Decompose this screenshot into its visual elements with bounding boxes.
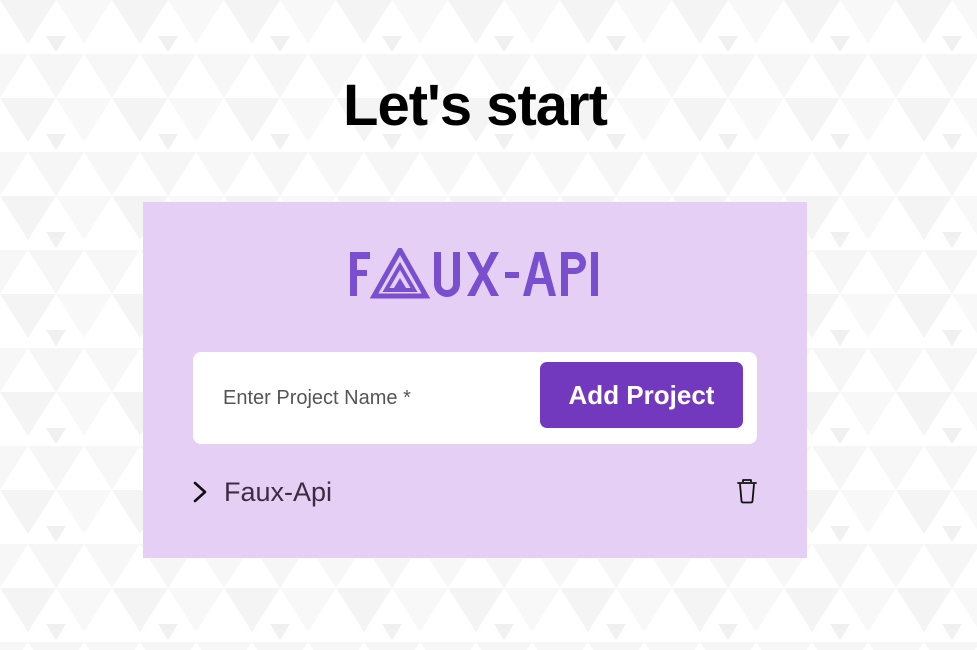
add-project-form: Add Project: [193, 352, 757, 444]
project-list-item[interactable]: Faux-Api: [188, 470, 762, 514]
add-project-button[interactable]: Add Project: [540, 362, 743, 428]
trash-icon[interactable]: [736, 478, 758, 504]
page-title: Let's start: [343, 73, 608, 138]
project-name: Faux-Api: [224, 477, 333, 507]
faux-api-logo: [143, 248, 807, 304]
project-name-input[interactable]: [223, 376, 523, 420]
project-card: Add Project Faux-Api: [143, 202, 807, 558]
chevron-right-icon[interactable]: [190, 480, 210, 504]
logo-graphic: [350, 248, 598, 299]
